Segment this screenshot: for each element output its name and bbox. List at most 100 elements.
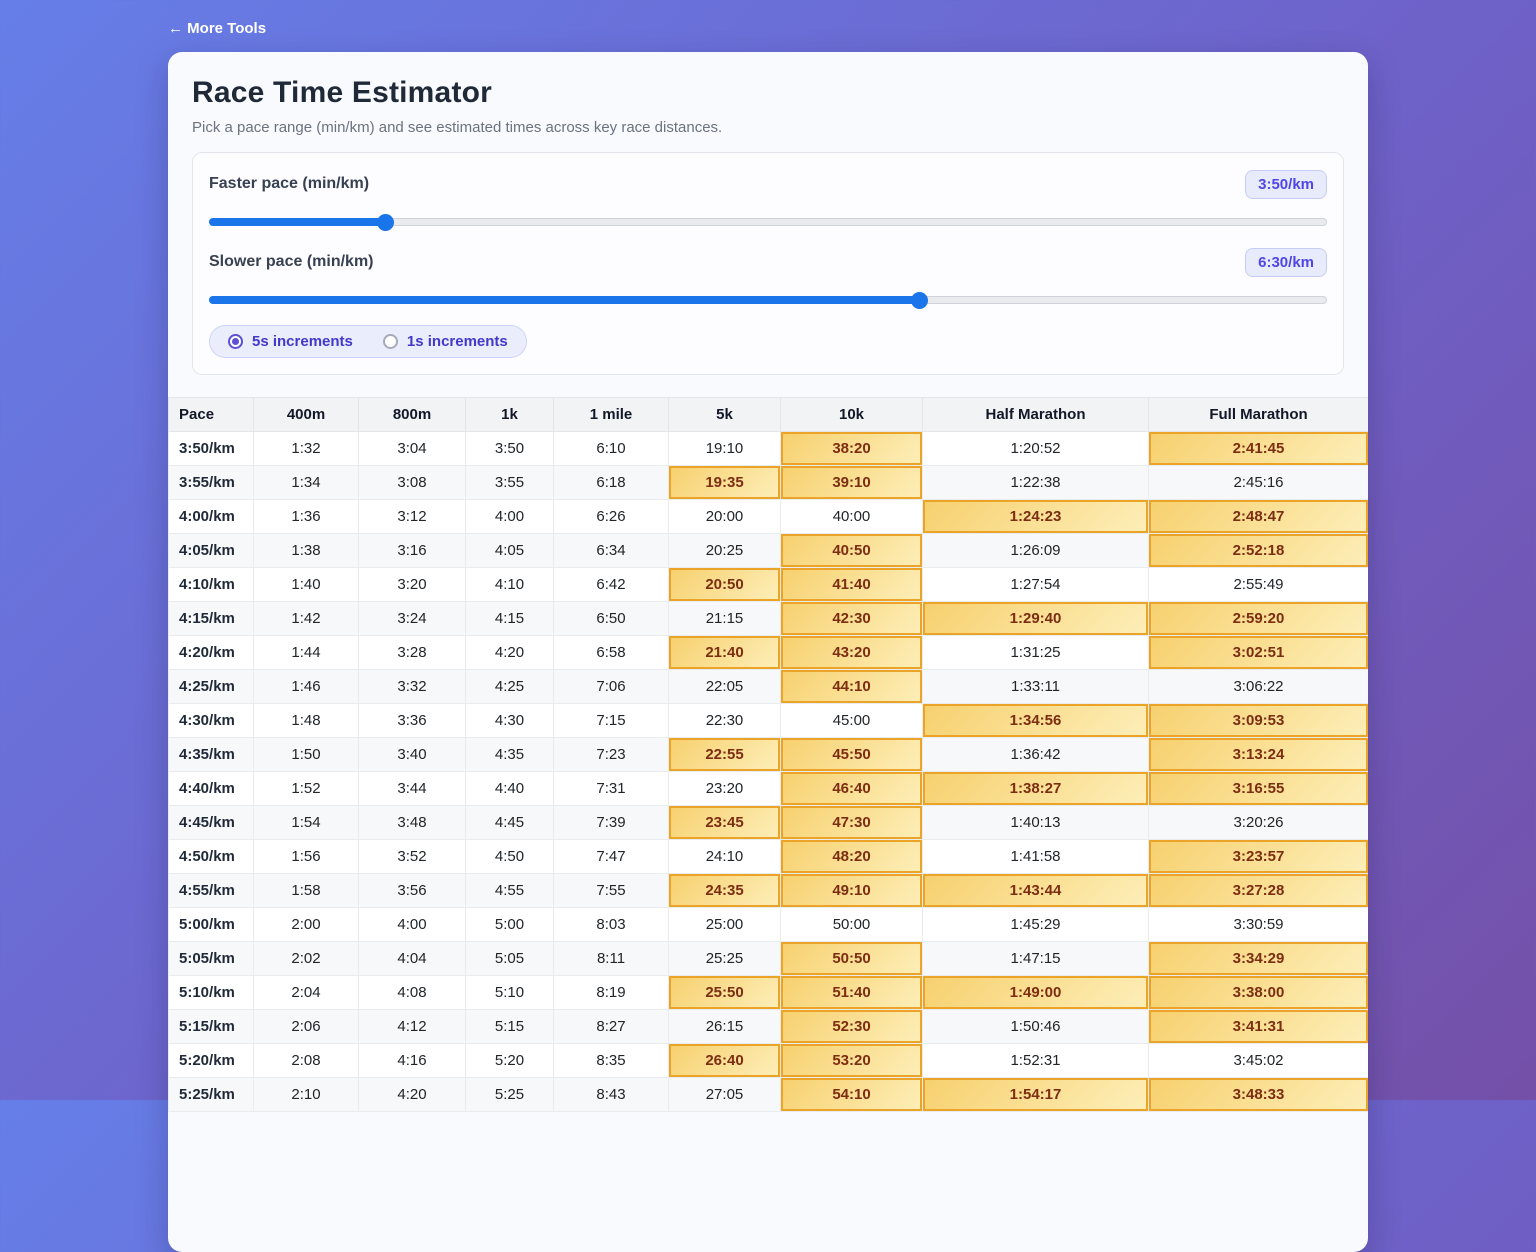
time-cell: 8:03	[554, 908, 669, 942]
race-times-table: Pace400m800m1k1 mile5k10kHalf MarathonFu…	[168, 397, 1368, 1112]
pace-cell: 4:05/km	[169, 534, 254, 568]
time-cell: 6:58	[554, 636, 669, 670]
time-cell: 2:04	[254, 976, 359, 1010]
time-cell: 47:30	[781, 806, 923, 840]
time-cell: 24:35	[669, 874, 781, 908]
column-header: 10k	[781, 398, 923, 432]
time-cell: 4:08	[359, 976, 466, 1010]
pace-cell: 4:10/km	[169, 568, 254, 602]
time-cell: 6:42	[554, 568, 669, 602]
time-cell: 3:36	[359, 704, 466, 738]
time-cell: 53:20	[781, 1044, 923, 1078]
column-header: 5k	[669, 398, 781, 432]
time-cell: 1:26:09	[923, 534, 1149, 568]
pace-controls-panel: Faster pace (min/km) 3:50/km Slower pace…	[192, 152, 1344, 375]
time-cell: 5:05	[466, 942, 554, 976]
time-cell: 1:38	[254, 534, 359, 568]
table-row: 3:55/km1:343:083:556:1819:3539:101:22:38…	[169, 466, 1369, 500]
faster-pace-value-badge: 3:50/km	[1245, 170, 1327, 199]
time-cell: 8:27	[554, 1010, 669, 1044]
increments-toggle: 5s increments 1s increments	[209, 325, 527, 358]
time-cell: 1:31:25	[923, 636, 1149, 670]
time-cell: 3:52	[359, 840, 466, 874]
time-cell: 4:15	[466, 602, 554, 636]
time-cell: 3:48:33	[1149, 1078, 1369, 1112]
time-cell: 8:35	[554, 1044, 669, 1078]
time-cell: 3:41:31	[1149, 1010, 1369, 1044]
table-row: 4:50/km1:563:524:507:4724:1048:201:41:58…	[169, 840, 1369, 874]
radio-icon[interactable]	[383, 334, 398, 349]
time-cell: 3:34:29	[1149, 942, 1369, 976]
table-row: 5:25/km2:104:205:258:4327:0554:101:54:17…	[169, 1078, 1369, 1112]
time-cell: 4:25	[466, 670, 554, 704]
column-header: 1k	[466, 398, 554, 432]
pace-cell: 4:55/km	[169, 874, 254, 908]
time-cell: 7:31	[554, 772, 669, 806]
time-cell: 45:50	[781, 738, 923, 772]
time-cell: 3:32	[359, 670, 466, 704]
slider-fill	[209, 218, 385, 226]
time-cell: 1:27:54	[923, 568, 1149, 602]
more-tools-link[interactable]: ← More Tools	[168, 20, 266, 37]
column-header: 800m	[359, 398, 466, 432]
time-cell: 25:00	[669, 908, 781, 942]
increments-option-1s[interactable]: 1s increments	[383, 333, 508, 350]
time-cell: 22:30	[669, 704, 781, 738]
time-cell: 2:55:49	[1149, 568, 1369, 602]
time-cell: 1:52	[254, 772, 359, 806]
table-row: 5:05/km2:024:045:058:1125:2550:501:47:15…	[169, 942, 1369, 976]
time-cell: 3:48	[359, 806, 466, 840]
slower-pace-slider[interactable]	[209, 291, 1327, 309]
slower-pace-row: Slower pace (min/km) 6:30/km	[209, 247, 1327, 277]
table-row: 4:15/km1:423:244:156:5021:1542:301:29:40…	[169, 602, 1369, 636]
radio-icon[interactable]	[228, 334, 243, 349]
time-cell: 49:10	[781, 874, 923, 908]
table-row: 4:45/km1:543:484:457:3923:4547:301:40:13…	[169, 806, 1369, 840]
time-cell: 6:34	[554, 534, 669, 568]
time-cell: 1:33:11	[923, 670, 1149, 704]
time-cell: 6:50	[554, 602, 669, 636]
time-cell: 3:44	[359, 772, 466, 806]
pace-cell: 5:20/km	[169, 1044, 254, 1078]
time-cell: 1:54	[254, 806, 359, 840]
faster-pace-slider[interactable]	[209, 213, 1327, 231]
time-cell: 3:45:02	[1149, 1044, 1369, 1078]
pace-cell: 5:05/km	[169, 942, 254, 976]
time-cell: 3:12	[359, 500, 466, 534]
time-cell: 2:59:20	[1149, 602, 1369, 636]
time-cell: 1:47:15	[923, 942, 1149, 976]
pace-cell: 5:25/km	[169, 1078, 254, 1112]
time-cell: 4:04	[359, 942, 466, 976]
time-cell: 1:58	[254, 874, 359, 908]
time-cell: 50:50	[781, 942, 923, 976]
column-header: 1 mile	[554, 398, 669, 432]
time-cell: 1:29:40	[923, 602, 1149, 636]
time-cell: 20:50	[669, 568, 781, 602]
time-cell: 8:43	[554, 1078, 669, 1112]
table-row: 4:40/km1:523:444:407:3123:2046:401:38:27…	[169, 772, 1369, 806]
pace-cell: 4:00/km	[169, 500, 254, 534]
time-cell: 5:00	[466, 908, 554, 942]
increments-option-5s[interactable]: 5s increments	[228, 333, 353, 350]
pace-cell: 4:30/km	[169, 704, 254, 738]
time-cell: 1:34:56	[923, 704, 1149, 738]
time-cell: 26:40	[669, 1044, 781, 1078]
time-cell: 1:40:13	[923, 806, 1149, 840]
time-cell: 40:50	[781, 534, 923, 568]
time-cell: 50:00	[781, 908, 923, 942]
time-cell: 5:20	[466, 1044, 554, 1078]
time-cell: 3:02:51	[1149, 636, 1369, 670]
pace-cell: 4:20/km	[169, 636, 254, 670]
time-cell: 3:06:22	[1149, 670, 1369, 704]
time-cell: 40:00	[781, 500, 923, 534]
time-cell: 1:48	[254, 704, 359, 738]
time-cell: 42:30	[781, 602, 923, 636]
slower-pace-value-badge: 6:30/km	[1245, 248, 1327, 277]
slider-thumb[interactable]	[911, 292, 928, 309]
time-cell: 1:42	[254, 602, 359, 636]
table-row: 5:10/km2:044:085:108:1925:5051:401:49:00…	[169, 976, 1369, 1010]
time-cell: 3:28	[359, 636, 466, 670]
time-cell: 39:10	[781, 466, 923, 500]
time-cell: 4:50	[466, 840, 554, 874]
slider-thumb[interactable]	[377, 214, 394, 231]
